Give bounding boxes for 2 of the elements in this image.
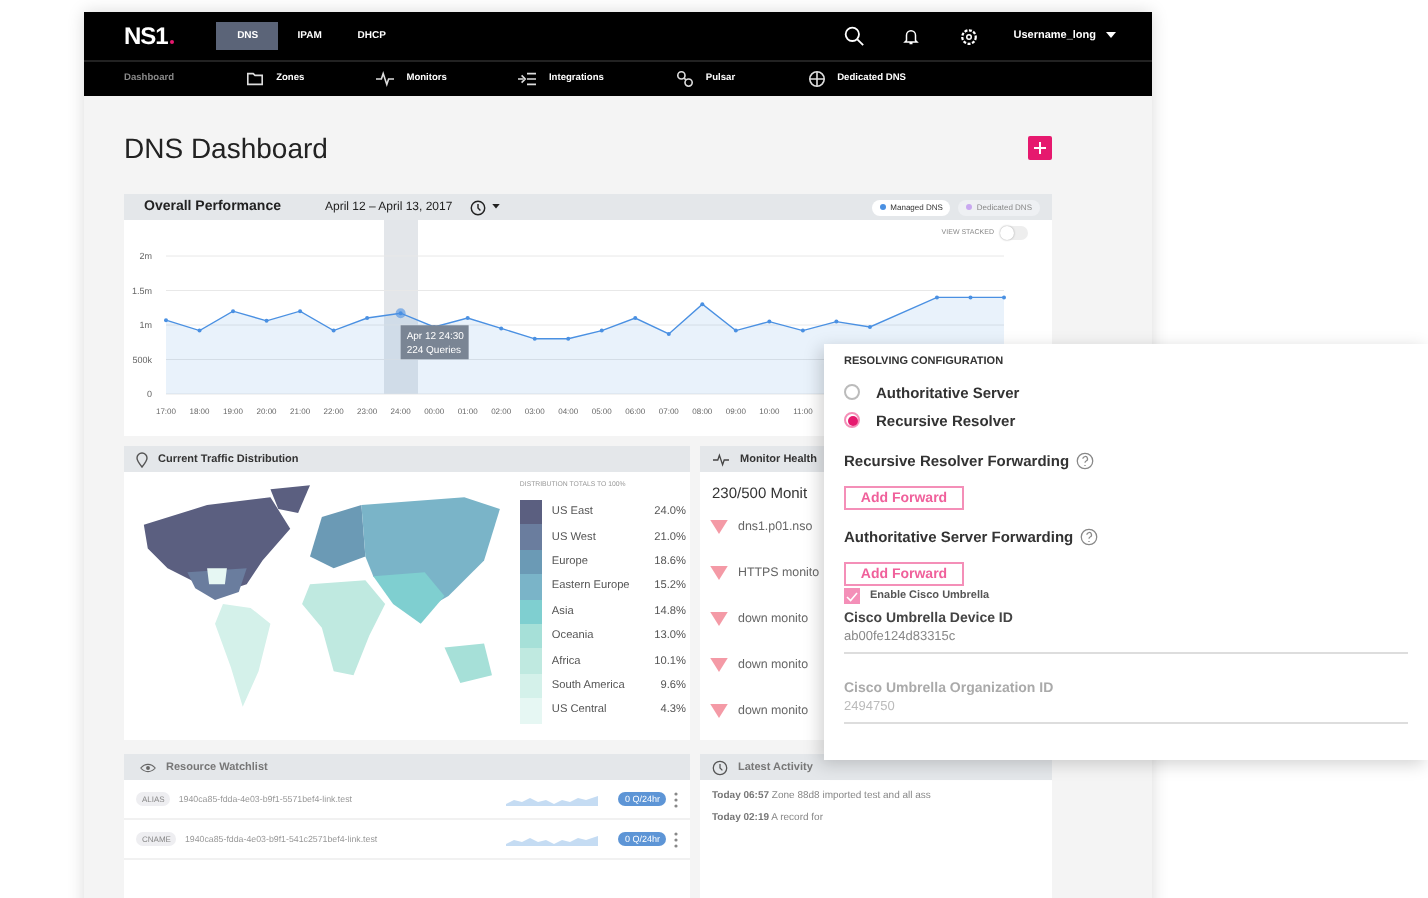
page-title: DNS Dashboard [124, 131, 328, 163]
logo[interactable]: NS1 [124, 22, 175, 50]
